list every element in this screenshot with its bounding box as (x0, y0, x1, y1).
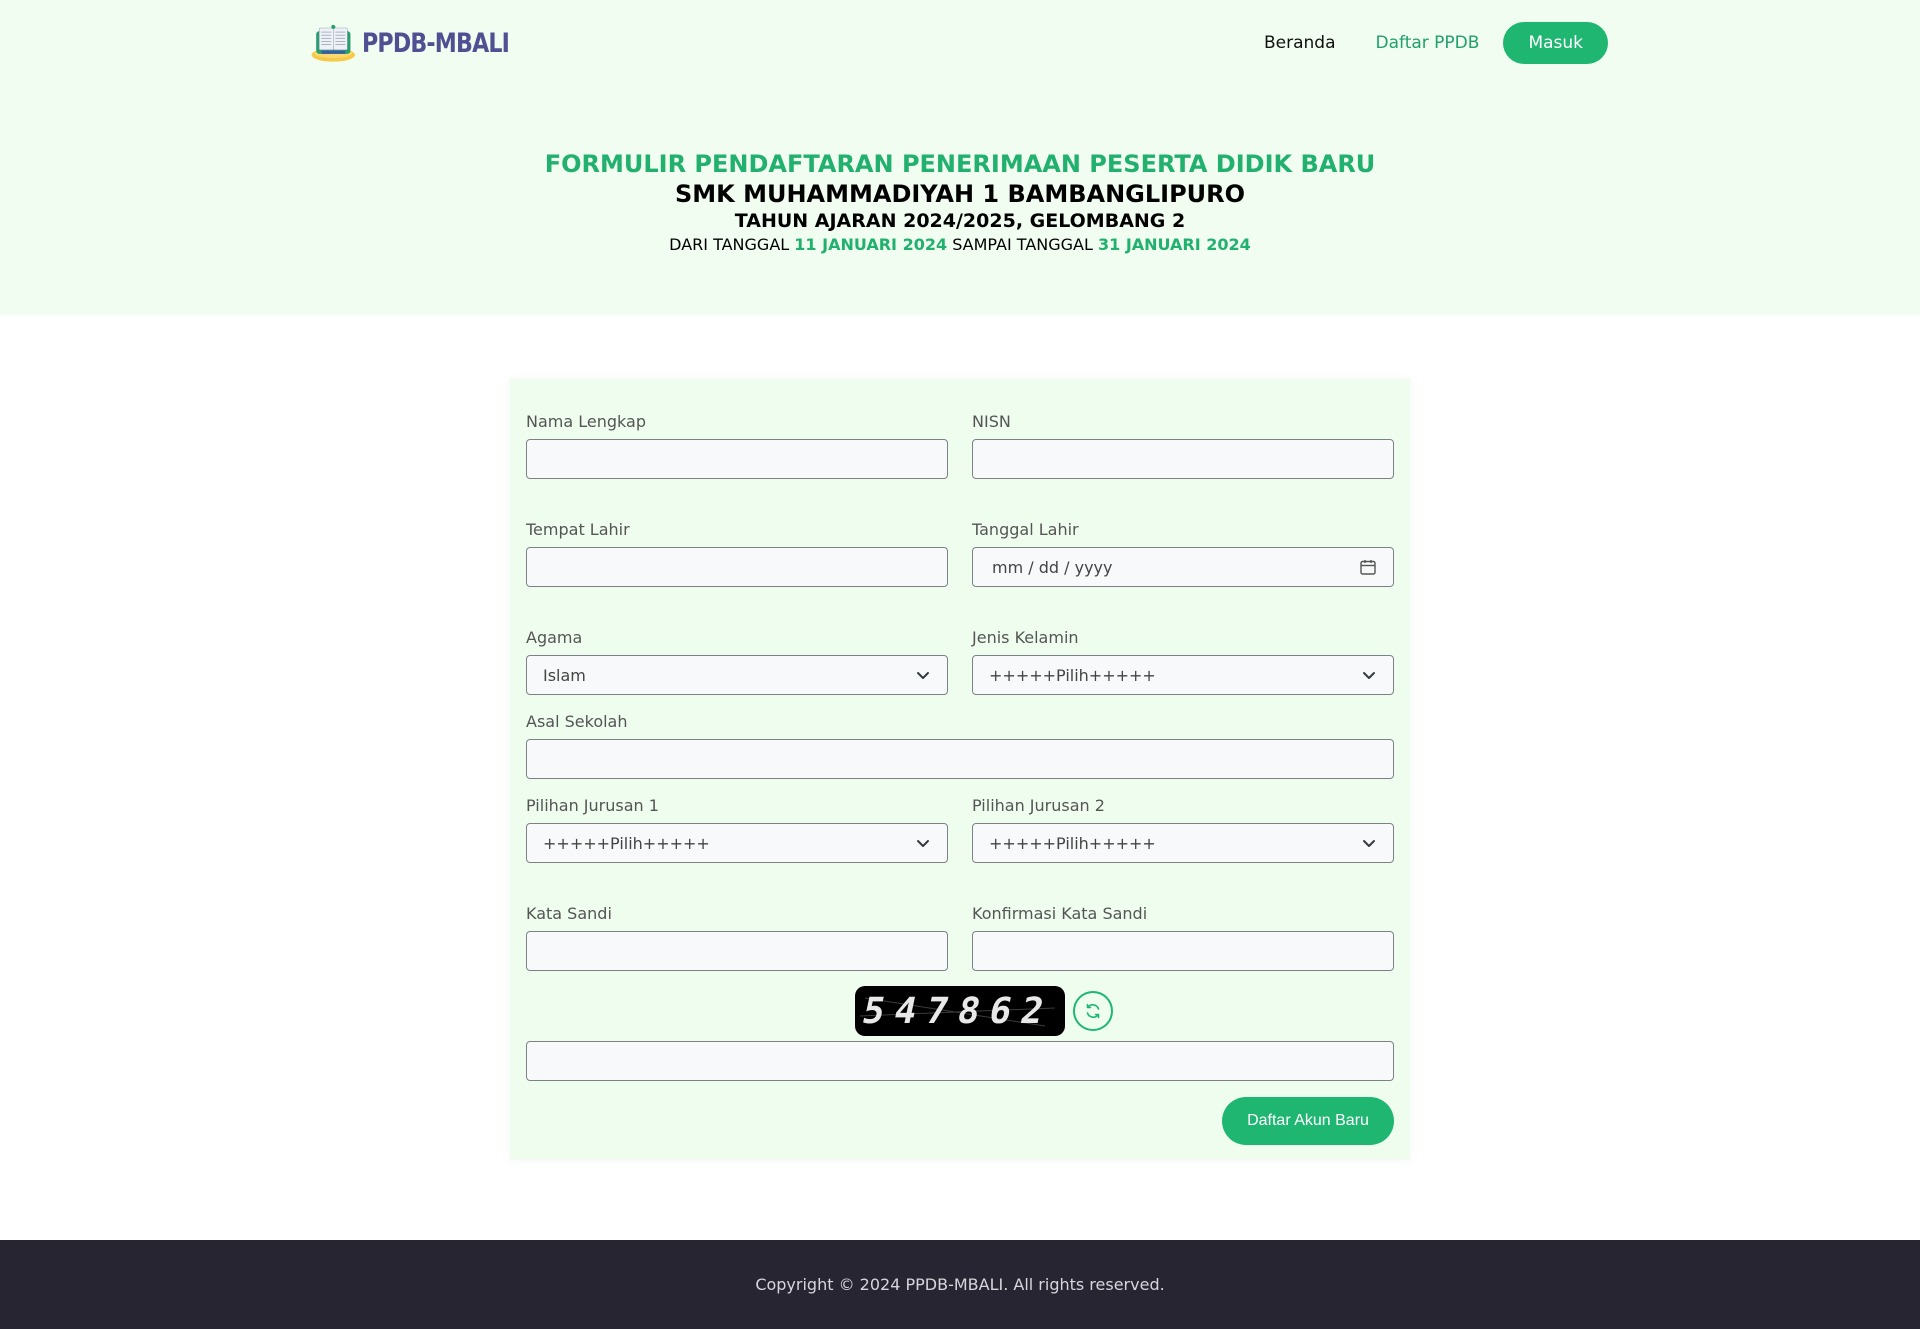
jenis-kelamin-selected-value: +++++Pilih+++++ (989, 665, 1156, 685)
registration-period: DARI TANGGAL 11 JANUARI 2024 SAMPAI TANG… (0, 234, 1920, 256)
page-heading: FORMULIR PENDAFTARAN PENERIMAAN PESERTA … (0, 148, 1920, 256)
asal-sekolah-input[interactable] (526, 739, 1394, 779)
jurusan1-selected-value: +++++Pilih+++++ (543, 833, 710, 853)
captcha-refresh-button[interactable] (1073, 991, 1113, 1031)
agama-select[interactable]: Islam (526, 655, 948, 695)
agama-selected-value: Islam (543, 665, 586, 685)
chevron-down-icon (1363, 672, 1375, 679)
kata-sandi-input[interactable] (526, 931, 948, 971)
agama-label: Agama (526, 628, 583, 647)
nav-home-link[interactable]: Beranda (1264, 33, 1336, 53)
form-title: FORMULIR PENDAFTARAN PENERIMAAN PESERTA … (544, 150, 1376, 178)
nama-label: Nama Lengkap (526, 412, 646, 431)
brand-name: PPDB-MBALI (361, 27, 510, 59)
jenis-kelamin-label: Jenis Kelamin (972, 628, 1079, 647)
tempat-lahir-input[interactable] (526, 547, 948, 587)
chevron-down-icon (1363, 840, 1375, 847)
hero-section: PPDB-MBALI Beranda Daftar PPDB Masuk FOR… (0, 0, 1920, 315)
jenis-kelamin-select[interactable]: +++++Pilih+++++ (972, 655, 1394, 695)
copyright-text: Copyright © 2024 PPDB-MBALI. All rights … (755, 1275, 1165, 1294)
academic-year: TAHUN AJARAN 2024/2025, GELOMBANG 2 (734, 210, 1186, 232)
captcha-input[interactable] (526, 1041, 1394, 1081)
registration-form: Nama Lengkap NISN Tempat Lahir Tanggal L… (510, 379, 1410, 1160)
from-date: 11 JANUARI 2024 (794, 235, 948, 254)
footer: Copyright © 2024 PPDB-MBALI. All rights … (0, 1240, 1920, 1329)
daftar-akun-baru-button[interactable]: Daftar Akun Baru (1222, 1097, 1394, 1145)
konfirmasi-sandi-label: Konfirmasi Kata Sandi (972, 904, 1148, 923)
jurusan1-label: Pilihan Jurusan 1 (526, 796, 659, 815)
open-book-icon (311, 24, 356, 62)
chevron-down-icon (917, 672, 929, 679)
to-label: SAMPAI TANGGAL (952, 235, 1093, 254)
nama-input[interactable] (526, 439, 948, 479)
to-date: 31 JANUARI 2024 (1097, 235, 1251, 254)
jurusan2-selected-value: +++++Pilih+++++ (989, 833, 1156, 853)
login-button[interactable]: Masuk (1503, 22, 1608, 64)
brand-logo[interactable]: PPDB-MBALI (311, 6, 541, 80)
tempat-lahir-label: Tempat Lahir (526, 520, 630, 539)
tanggal-lahir-input[interactable]: mm / dd / yyyy (972, 547, 1394, 587)
calendar-icon[interactable] (1359, 558, 1377, 576)
school-name: SMK MUHAMMADIYAH 1 BAMBANGLIPURO (674, 180, 1246, 208)
nav-register-link[interactable]: Daftar PPDB (1376, 33, 1480, 53)
nisn-label: NISN (972, 412, 1011, 431)
konfirmasi-sandi-input[interactable] (972, 931, 1394, 971)
date-placeholder: mm / dd / yyyy (992, 557, 1113, 577)
jurusan2-label: Pilihan Jurusan 2 (972, 796, 1105, 815)
jurusan2-select[interactable]: +++++Pilih+++++ (972, 823, 1394, 863)
captcha-code: 547862 (858, 991, 1058, 1032)
chevron-down-icon (917, 840, 929, 847)
asal-sekolah-label: Asal Sekolah (526, 712, 628, 731)
captcha-image: 547862 (855, 986, 1065, 1036)
tanggal-lahir-label: Tanggal Lahir (972, 520, 1079, 539)
jurusan1-select[interactable]: +++++Pilih+++++ (526, 823, 948, 863)
from-label: DARI TANGGAL (669, 235, 790, 254)
refresh-icon (1086, 1003, 1100, 1019)
top-nav: Beranda Daftar PPDB Masuk (1264, 22, 1608, 64)
kata-sandi-label: Kata Sandi (526, 904, 612, 923)
nisn-input[interactable] (972, 439, 1394, 479)
